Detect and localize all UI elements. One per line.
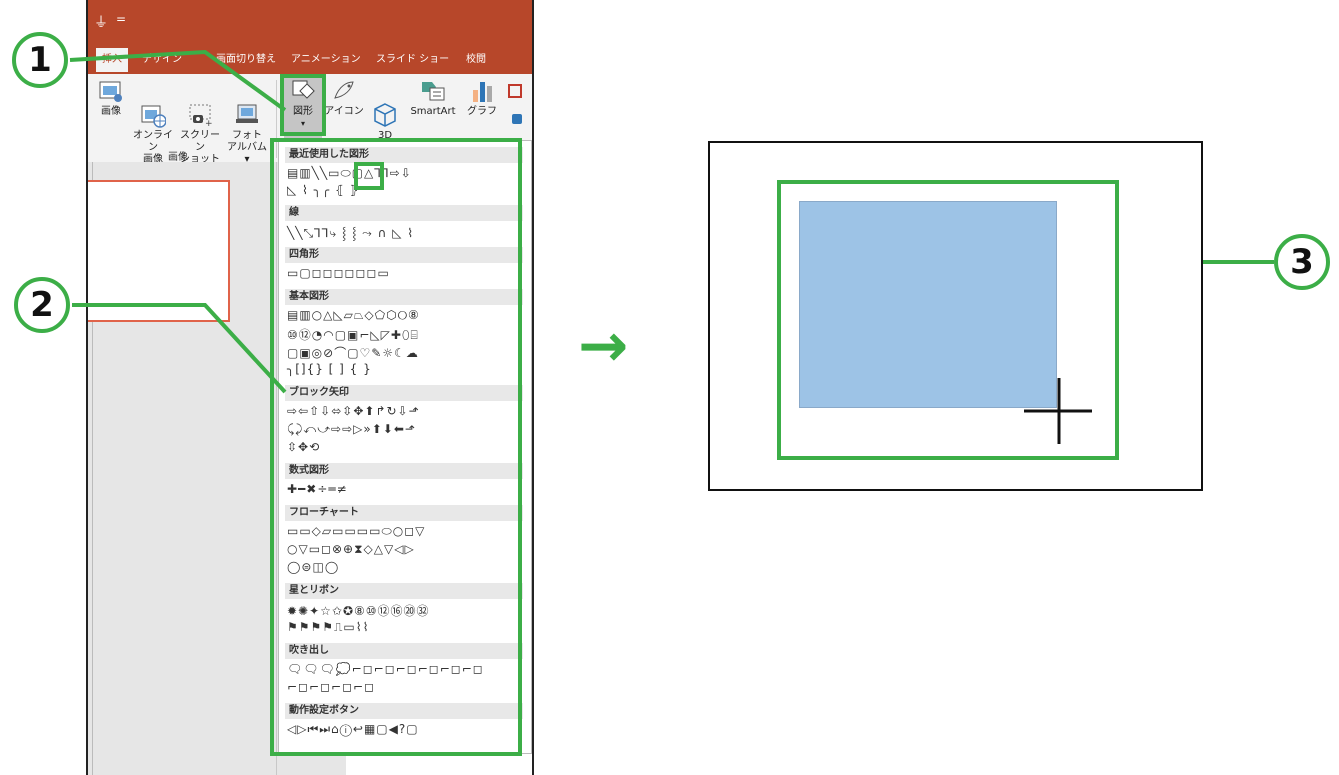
crosshair-cursor-icon — [1024, 378, 1092, 444]
shapes-button-highlight — [280, 74, 326, 136]
step-badge-3: 3 — [1274, 234, 1330, 290]
step-badge-1: 1 — [12, 32, 68, 88]
gallery-highlight — [270, 138, 522, 756]
right-arrow-icon: → — [578, 311, 629, 381]
drawn-rectangle[interactable] — [799, 201, 1057, 408]
step-badge-2: 2 — [14, 277, 70, 333]
